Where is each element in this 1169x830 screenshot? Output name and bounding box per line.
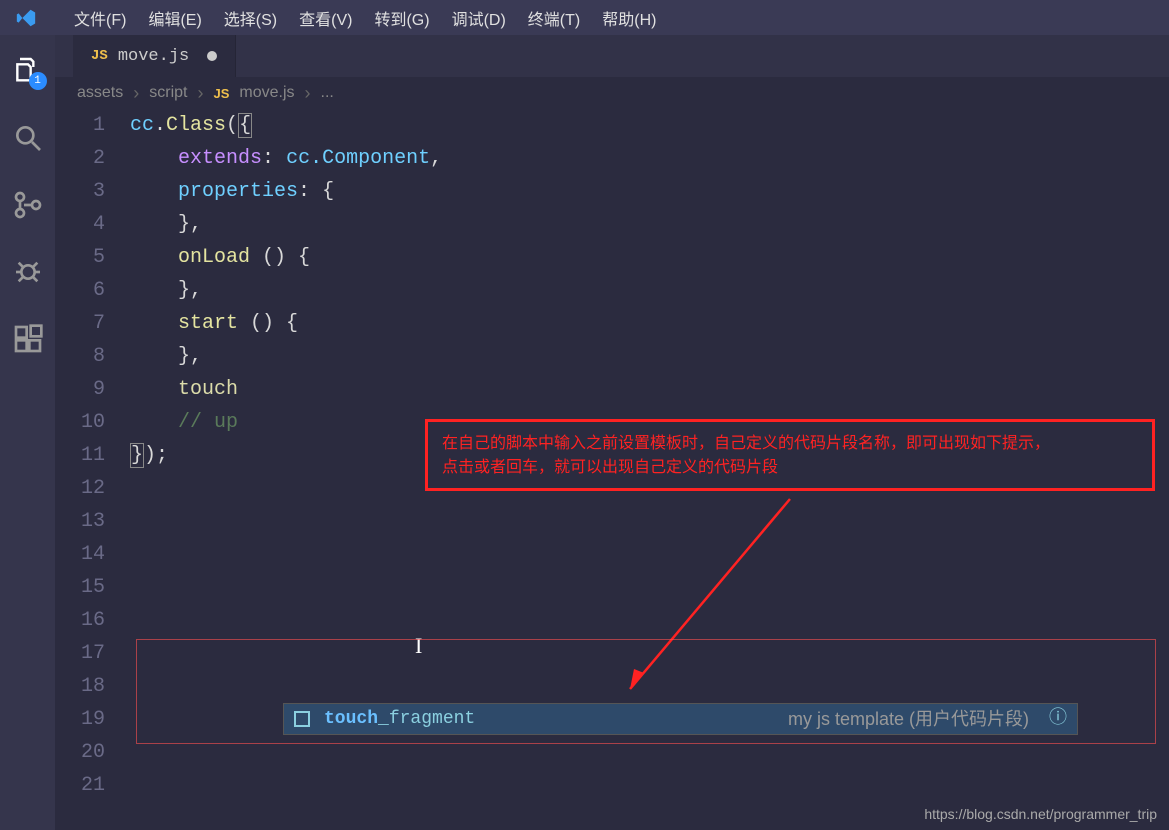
annotation-line: 在自己的脚本中输入之前设置模板时，自己定义的代码片段名称，即可出现如下提示， [442, 432, 1138, 456]
suggest-item-detail: my js template (用户代码片段) [788, 703, 1029, 736]
breadcrumb-seg-file[interactable]: move.js [239, 84, 294, 102]
snippet-icon [294, 711, 310, 727]
suggest-widget[interactable]: touch_fragment my js template (用户代码片段) ⓘ [283, 703, 1078, 735]
explorer-icon[interactable]: 1 [12, 55, 44, 87]
chevron-right-icon: › [133, 83, 139, 104]
breadcrumb-seg-assets[interactable]: assets [77, 84, 123, 102]
chevron-right-icon: › [305, 83, 311, 104]
menu-goto[interactable]: 转到(G) [374, 6, 429, 30]
code-editor[interactable]: 123 456 789 101112 131415 161718 192021 … [55, 109, 1169, 830]
info-icon[interactable]: ⓘ [1049, 703, 1067, 736]
dirty-indicator-icon [207, 51, 217, 61]
activity-bar: 1 [0, 35, 55, 830]
menu-help[interactable]: 帮助(H) [602, 6, 656, 30]
menu-debug[interactable]: 调试(D) [452, 6, 506, 30]
breadcrumb[interactable]: assets › script › JS move.js › ... [55, 77, 1169, 109]
watermark: https://blog.csdn.net/programmer_trip [924, 806, 1157, 822]
menu-view[interactable]: 查看(V) [299, 6, 352, 30]
breadcrumb-ellipsis[interactable]: ... [321, 84, 334, 102]
js-file-icon: JS [213, 86, 229, 101]
source-control-icon[interactable] [12, 189, 44, 221]
chevron-right-icon: › [197, 83, 203, 104]
vscode-logo-icon [15, 7, 37, 29]
suggest-item-label[interactable]: touch_fragment [324, 703, 475, 736]
js-file-icon: JS [91, 48, 108, 64]
text-cursor-icon: I [415, 629, 422, 662]
menu-file[interactable]: 文件(F) [74, 6, 126, 30]
main-area: 1 JS move.js assets › script › JS [0, 35, 1169, 830]
extensions-icon[interactable] [12, 323, 44, 355]
menu-terminal[interactable]: 终端(T) [528, 6, 580, 30]
menu-edit[interactable]: 编辑(E) [148, 6, 201, 30]
line-number-gutter: 123 456 789 101112 131415 161718 192021 [55, 109, 130, 830]
tab-bar: JS move.js [55, 35, 1169, 77]
breadcrumb-seg-script[interactable]: script [149, 84, 187, 102]
explorer-badge: 1 [29, 72, 47, 90]
annotation-line: 点击或者回车，就可以出现自己定义的代码片段 [442, 456, 1138, 480]
tab-move-js[interactable]: JS move.js [73, 35, 236, 77]
tab-label: move.js [118, 47, 189, 66]
code-content[interactable]: cc.Class({ extends: cc.Component, proper… [130, 109, 1169, 830]
debug-icon[interactable] [12, 256, 44, 288]
arrow-annotation-icon [610, 489, 810, 709]
editor-area: JS move.js assets › script › JS move.js … [55, 35, 1169, 830]
menubar: 文件(F) 编辑(E) 选择(S) 查看(V) 转到(G) 调试(D) 终端(T… [0, 0, 1169, 35]
search-icon[interactable] [12, 122, 44, 154]
annotation-callout: 在自己的脚本中输入之前设置模板时，自己定义的代码片段名称，即可出现如下提示， 点… [425, 419, 1155, 491]
menu-select[interactable]: 选择(S) [224, 6, 277, 30]
